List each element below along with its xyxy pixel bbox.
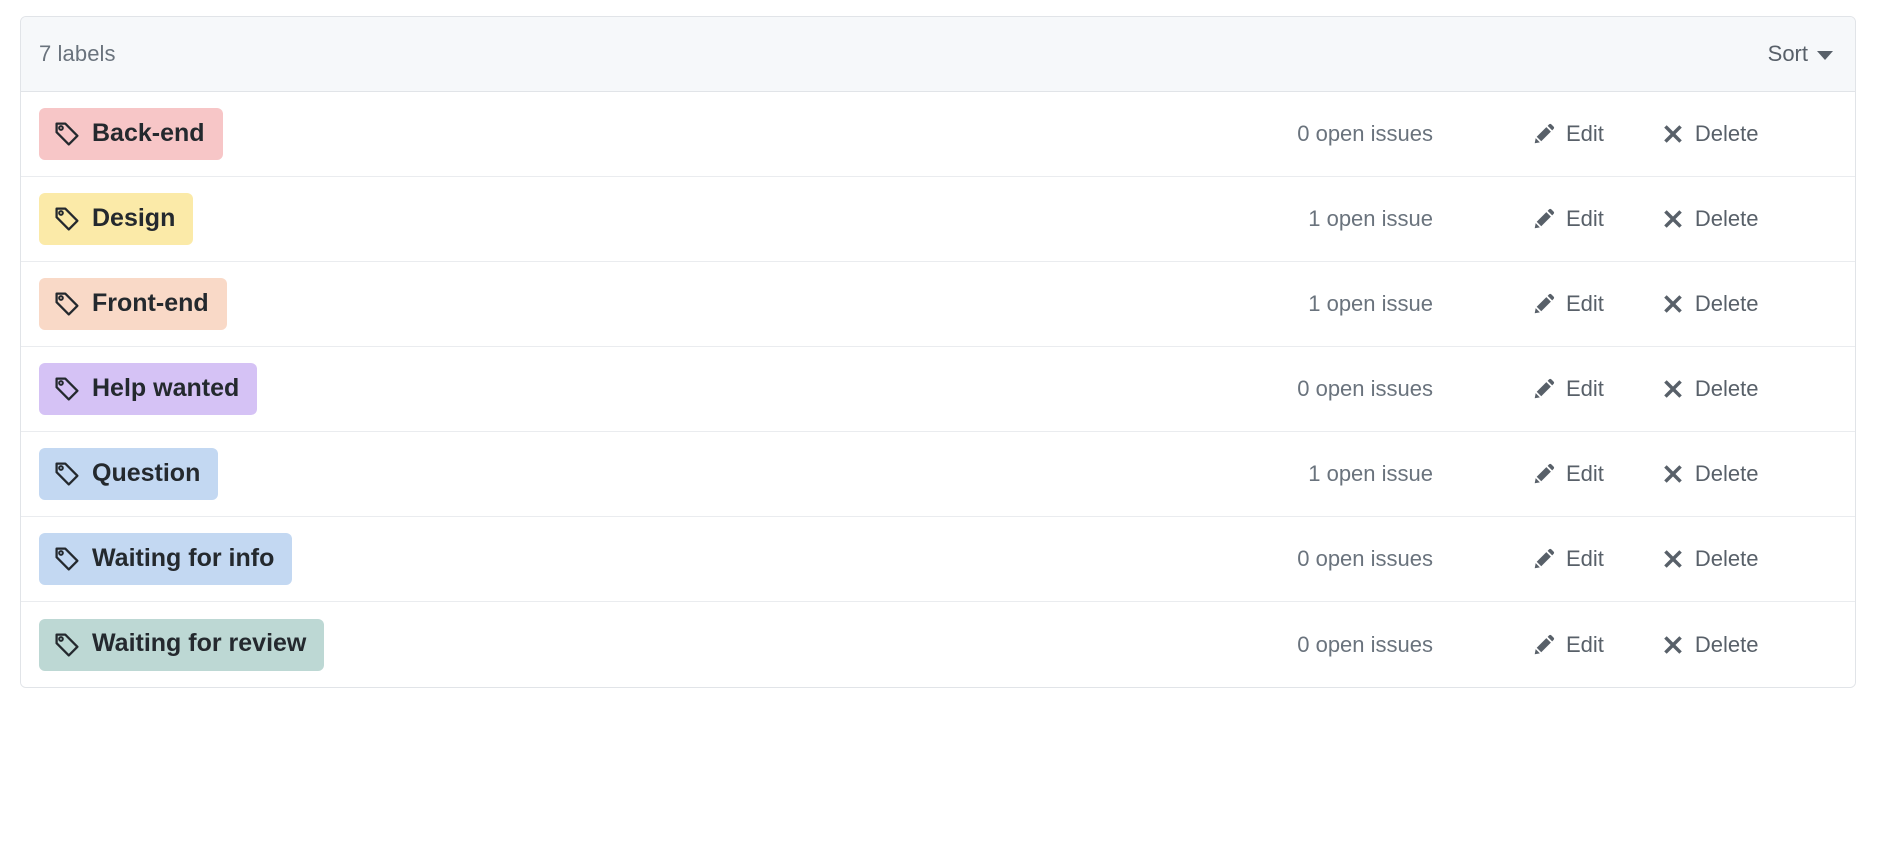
tag-icon bbox=[54, 121, 80, 147]
pencil-icon bbox=[1533, 634, 1555, 656]
tag-icon bbox=[54, 461, 80, 487]
open-issues-count: 1 open issue bbox=[1223, 206, 1433, 232]
pencil-icon bbox=[1533, 208, 1555, 230]
label-badge-cell: Question bbox=[39, 448, 218, 500]
delete-button-label: Delete bbox=[1695, 546, 1759, 572]
row-actions: Edit Delete bbox=[1533, 632, 1833, 658]
row-actions: Edit Delete bbox=[1533, 291, 1833, 317]
label-badge[interactable]: Waiting for info bbox=[39, 533, 292, 585]
labels-list: Back-end 0 open issues Edit bbox=[21, 92, 1855, 687]
edit-button[interactable]: Edit bbox=[1533, 121, 1604, 147]
tag-icon bbox=[54, 376, 80, 402]
sort-button[interactable]: Sort bbox=[1768, 41, 1833, 67]
sort-button-label: Sort bbox=[1768, 41, 1808, 67]
close-x-icon bbox=[1662, 548, 1684, 570]
label-name: Waiting for review bbox=[92, 631, 306, 656]
labels-panel-header: 7 labels Sort bbox=[21, 17, 1855, 92]
edit-button[interactable]: Edit bbox=[1533, 632, 1604, 658]
edit-button[interactable]: Edit bbox=[1533, 376, 1604, 402]
open-issues-count: 0 open issues bbox=[1223, 121, 1433, 147]
label-badge[interactable]: Back-end bbox=[39, 108, 223, 160]
close-x-icon bbox=[1662, 293, 1684, 315]
open-issues-count: 0 open issues bbox=[1223, 632, 1433, 658]
delete-button[interactable]: Delete bbox=[1662, 291, 1759, 317]
label-badge-cell: Waiting for review bbox=[39, 619, 324, 671]
edit-button-label: Edit bbox=[1566, 461, 1604, 487]
delete-button-label: Delete bbox=[1695, 291, 1759, 317]
row-actions: Edit Delete bbox=[1533, 546, 1833, 572]
label-badge-cell: Back-end bbox=[39, 108, 223, 160]
edit-button[interactable]: Edit bbox=[1533, 206, 1604, 232]
label-badge[interactable]: Waiting for review bbox=[39, 619, 324, 671]
label-name: Question bbox=[92, 461, 200, 486]
close-x-icon bbox=[1662, 208, 1684, 230]
edit-button-label: Edit bbox=[1566, 291, 1604, 317]
close-x-icon bbox=[1662, 634, 1684, 656]
pencil-icon bbox=[1533, 463, 1555, 485]
edit-button-label: Edit bbox=[1566, 632, 1604, 658]
pencil-icon bbox=[1533, 123, 1555, 145]
delete-button[interactable]: Delete bbox=[1662, 206, 1759, 232]
open-issues-count: 1 open issue bbox=[1223, 291, 1433, 317]
edit-button-label: Edit bbox=[1566, 376, 1604, 402]
tag-icon bbox=[54, 632, 80, 658]
pencil-icon bbox=[1533, 378, 1555, 400]
table-row: Help wanted 0 open issues Edit bbox=[21, 347, 1855, 432]
edit-button[interactable]: Edit bbox=[1533, 546, 1604, 572]
table-row: Waiting for review 0 open issues Edit bbox=[21, 602, 1855, 687]
row-actions: Edit Delete bbox=[1533, 461, 1833, 487]
edit-button-label: Edit bbox=[1566, 121, 1604, 147]
delete-button[interactable]: Delete bbox=[1662, 376, 1759, 402]
delete-button-label: Delete bbox=[1695, 121, 1759, 147]
label-badge[interactable]: Question bbox=[39, 448, 218, 500]
delete-button-label: Delete bbox=[1695, 632, 1759, 658]
pencil-icon bbox=[1533, 548, 1555, 570]
label-name: Help wanted bbox=[92, 376, 239, 401]
row-actions: Edit Delete bbox=[1533, 376, 1833, 402]
close-x-icon bbox=[1662, 463, 1684, 485]
delete-button[interactable]: Delete bbox=[1662, 632, 1759, 658]
pencil-icon bbox=[1533, 293, 1555, 315]
edit-button[interactable]: Edit bbox=[1533, 461, 1604, 487]
open-issues-count: 1 open issue bbox=[1223, 461, 1433, 487]
table-row: Question 1 open issue Edit bbox=[21, 432, 1855, 517]
label-badge-cell: Help wanted bbox=[39, 363, 257, 415]
edit-button-label: Edit bbox=[1566, 206, 1604, 232]
close-x-icon bbox=[1662, 378, 1684, 400]
table-row: Design 1 open issue Edit De bbox=[21, 177, 1855, 262]
label-badge-cell: Waiting for info bbox=[39, 533, 292, 585]
label-name: Back-end bbox=[92, 121, 205, 146]
chevron-down-icon bbox=[1817, 51, 1833, 60]
delete-button[interactable]: Delete bbox=[1662, 546, 1759, 572]
tag-icon bbox=[54, 291, 80, 317]
delete-button[interactable]: Delete bbox=[1662, 461, 1759, 487]
tag-icon bbox=[54, 206, 80, 232]
label-name: Waiting for info bbox=[92, 546, 274, 571]
label-badge-cell: Design bbox=[39, 193, 193, 245]
label-badge[interactable]: Front-end bbox=[39, 278, 227, 330]
table-row: Back-end 0 open issues Edit bbox=[21, 92, 1855, 177]
delete-button-label: Delete bbox=[1695, 376, 1759, 402]
label-badge[interactable]: Design bbox=[39, 193, 193, 245]
label-name: Front-end bbox=[92, 291, 209, 316]
close-x-icon bbox=[1662, 123, 1684, 145]
delete-button-label: Delete bbox=[1695, 461, 1759, 487]
open-issues-count: 0 open issues bbox=[1223, 376, 1433, 402]
labels-panel: 7 labels Sort Back-end 0 open issues bbox=[20, 16, 1856, 688]
label-badge-cell: Front-end bbox=[39, 278, 227, 330]
tag-icon bbox=[54, 546, 80, 572]
table-row: Waiting for info 0 open issues Edit bbox=[21, 517, 1855, 602]
edit-button[interactable]: Edit bbox=[1533, 291, 1604, 317]
open-issues-count: 0 open issues bbox=[1223, 546, 1433, 572]
edit-button-label: Edit bbox=[1566, 546, 1604, 572]
labels-page: 7 labels Sort Back-end 0 open issues bbox=[0, 0, 1884, 844]
labels-count: 7 labels bbox=[39, 41, 116, 67]
table-row: Front-end 1 open issue Edit bbox=[21, 262, 1855, 347]
label-name: Design bbox=[92, 206, 175, 231]
label-badge[interactable]: Help wanted bbox=[39, 363, 257, 415]
row-actions: Edit Delete bbox=[1533, 206, 1833, 232]
delete-button[interactable]: Delete bbox=[1662, 121, 1759, 147]
row-actions: Edit Delete bbox=[1533, 121, 1833, 147]
delete-button-label: Delete bbox=[1695, 206, 1759, 232]
